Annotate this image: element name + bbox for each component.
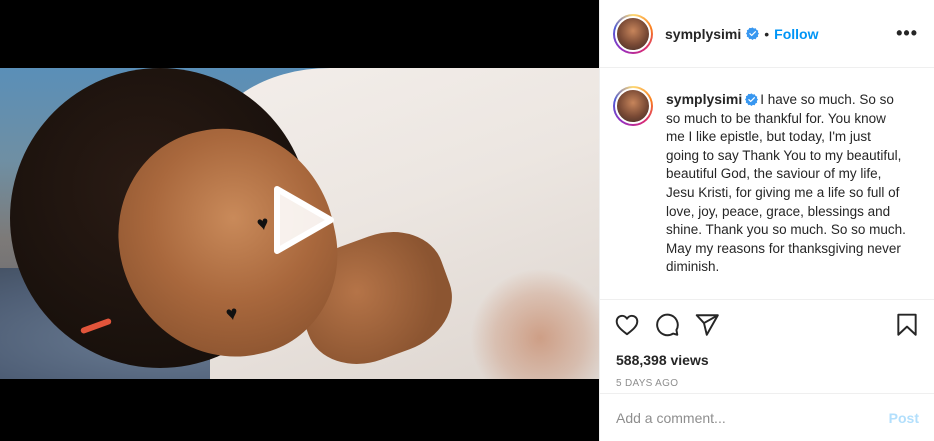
comment-input[interactable] (616, 409, 889, 426)
separator-dot: • (764, 25, 770, 42)
comment-icon[interactable] (654, 312, 680, 338)
verified-badge-icon (745, 93, 759, 106)
avatar-image (615, 15, 651, 52)
media-area: ♥ ♥ (0, 0, 599, 441)
bookmark-icon[interactable] (894, 312, 920, 338)
caption-username-link[interactable]: symplysimi (666, 91, 742, 107)
post-panel: symplysimi • Follow ••• symplysimi I hav… (599, 0, 934, 441)
caption-text: symplysimi I have so much. So so so much… (666, 90, 906, 299)
post-timestamp[interactable]: 5 DAYS AGO (600, 378, 934, 389)
caption-section: symplysimi I have so much. So so so much… (600, 68, 934, 300)
post-header: symplysimi • Follow ••• (600, 0, 934, 68)
heart-icon[interactable] (614, 312, 640, 338)
more-options-icon[interactable]: ••• (896, 23, 918, 44)
avatar[interactable] (613, 13, 653, 54)
view-count[interactable]: 588,398 views (600, 350, 934, 370)
share-icon[interactable] (694, 312, 720, 338)
verified-badge-icon (746, 27, 760, 40)
caption-body: I have so much. So so so much to be than… (666, 92, 906, 275)
comment-box: Post (600, 393, 934, 441)
action-bar (600, 300, 934, 350)
play-icon[interactable] (267, 185, 337, 255)
username-link[interactable]: symplysimi (665, 26, 741, 42)
post-comment-button[interactable]: Post (889, 410, 919, 426)
avatar[interactable] (613, 86, 653, 126)
follow-button[interactable]: Follow (774, 26, 818, 42)
avatar-image (615, 88, 651, 124)
